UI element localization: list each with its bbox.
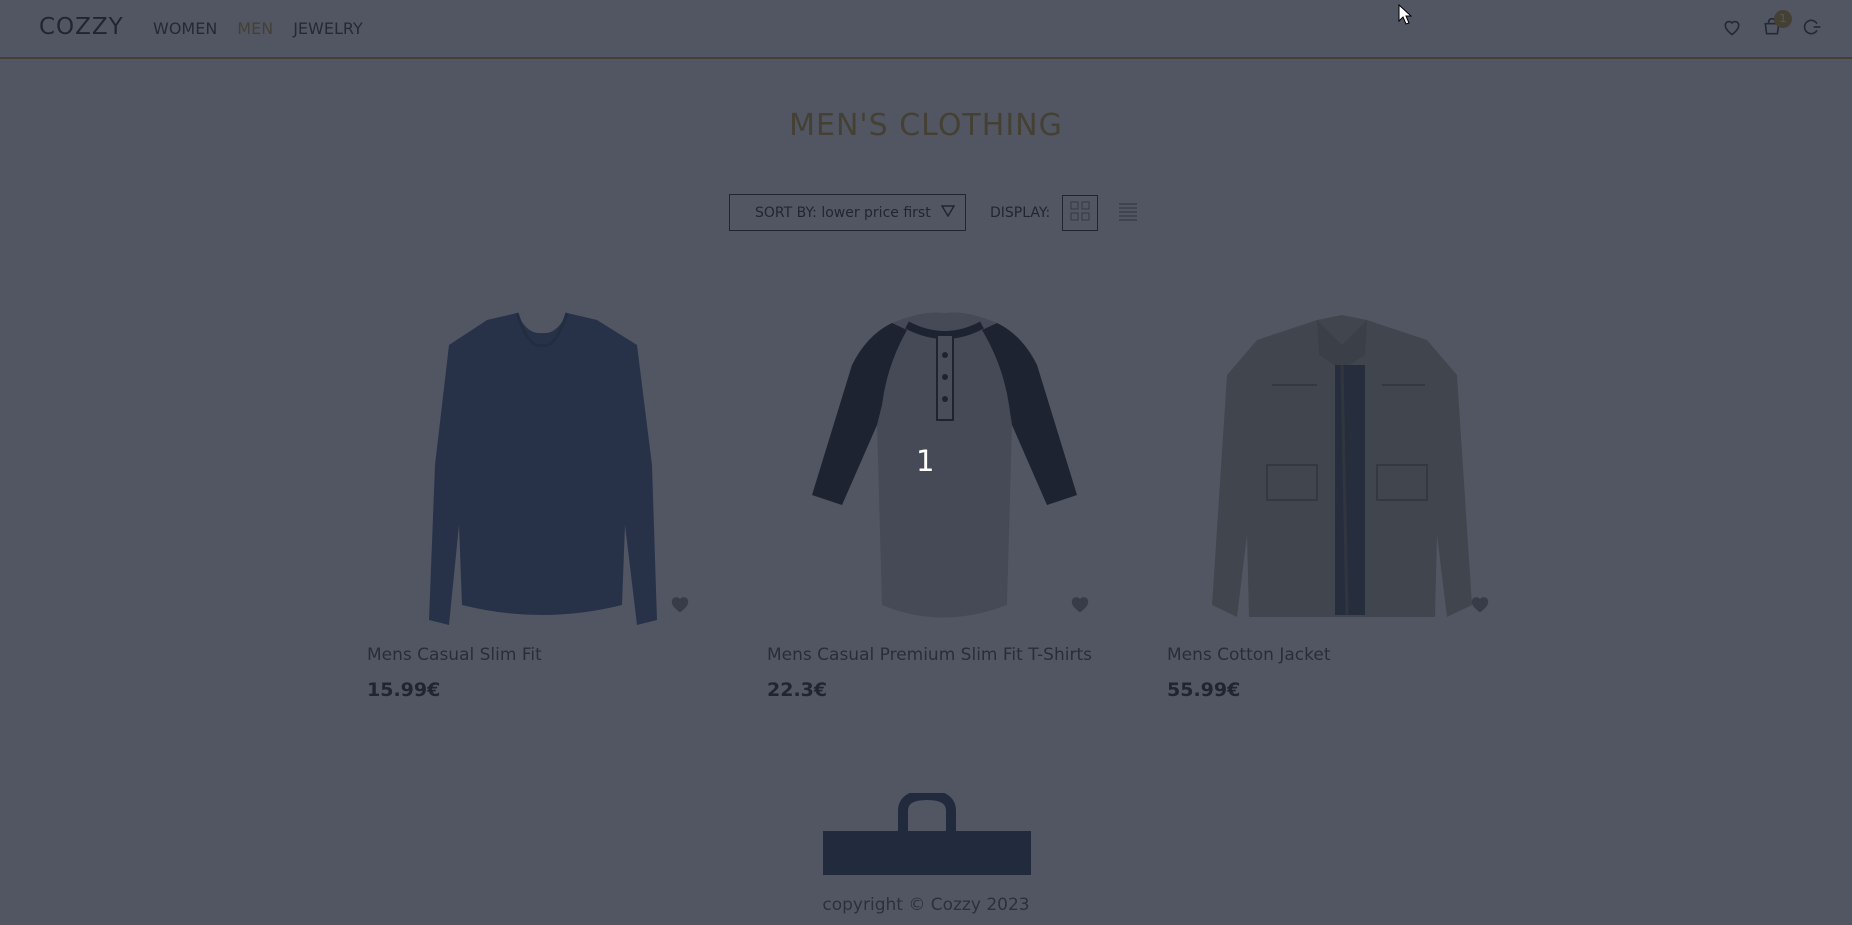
product-title[interactable]: Mens Casual Slim Fit bbox=[367, 645, 542, 665]
product-title[interactable]: Mens Casual Premium Slim Fit T-Shirts bbox=[767, 645, 1092, 665]
product-card[interactable]: Mens Casual Slim Fit 15.99€ bbox=[367, 305, 717, 701]
nav-women[interactable]: WOMEN bbox=[153, 19, 217, 38]
favorite-heart-icon[interactable] bbox=[1069, 593, 1091, 615]
product-image-long-sleeve-shirt[interactable] bbox=[367, 305, 717, 625]
product-card[interactable]: Mens Cotton Jacket 55.99€ bbox=[1167, 305, 1517, 701]
chevron-down-icon bbox=[940, 204, 956, 221]
cart-count-badge: 1 bbox=[1774, 10, 1792, 28]
product-card[interactable]: Mens Casual Premium Slim Fit T-Shirts 22… bbox=[767, 305, 1117, 701]
page-title: MEN'S CLOTHING bbox=[789, 108, 1063, 143]
product-price: 22.3€ bbox=[767, 679, 828, 701]
display-label: DISPLAY: bbox=[990, 204, 1051, 221]
product-price: 55.99€ bbox=[1167, 679, 1241, 701]
grid-view-icon bbox=[1070, 201, 1090, 225]
copyright-text: copyright © Cozzy 2023 bbox=[822, 895, 1030, 915]
grid-view-button[interactable] bbox=[1062, 194, 1099, 231]
product-image-raglan-henley-shirt[interactable] bbox=[767, 305, 1117, 625]
favorite-heart-icon[interactable] bbox=[669, 593, 691, 615]
footer-bag-icon bbox=[823, 789, 1031, 879]
heart-icon[interactable] bbox=[1722, 17, 1742, 37]
product-image-cotton-jacket[interactable] bbox=[1167, 305, 1517, 625]
logout-icon[interactable] bbox=[1802, 17, 1822, 37]
favorite-heart-icon[interactable] bbox=[1469, 593, 1491, 615]
logo[interactable]: COZZY bbox=[39, 14, 124, 40]
product-price: 15.99€ bbox=[367, 679, 441, 701]
catalog-controls: SORT BY: lower price first DISPLAY: bbox=[729, 194, 1146, 231]
main-nav: WOMEN MEN JEWELRY bbox=[153, 19, 363, 38]
sort-dropdown[interactable]: SORT BY: lower price first bbox=[729, 194, 966, 231]
list-view-button[interactable] bbox=[1110, 195, 1146, 231]
nav-men[interactable]: MEN bbox=[237, 19, 273, 38]
cart-icon[interactable]: 1 bbox=[1762, 10, 1792, 37]
sort-label: SORT BY: lower price first bbox=[755, 204, 931, 221]
list-view-icon bbox=[1118, 201, 1138, 225]
product-title[interactable]: Mens Cotton Jacket bbox=[1167, 645, 1330, 665]
site-header: COZZY WOMEN MEN JEWELRY 1 bbox=[0, 0, 1852, 59]
mouse-cursor-icon bbox=[1398, 3, 1413, 30]
header-icons: 1 bbox=[1722, 10, 1822, 37]
nav-jewelry[interactable]: JEWELRY bbox=[293, 19, 363, 38]
